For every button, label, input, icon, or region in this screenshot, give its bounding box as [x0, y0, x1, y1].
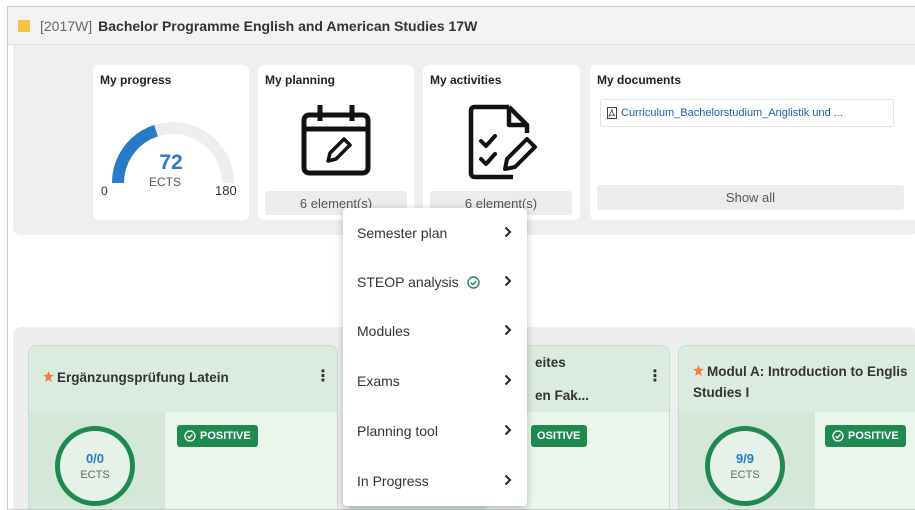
check-circle-icon: [832, 430, 844, 442]
chevron-right-icon: [504, 275, 512, 287]
ects-ring: 9/9 ECTS: [705, 426, 785, 506]
check-circle-icon: [184, 430, 196, 442]
calendar-edit-icon: [301, 105, 371, 176]
document-link-label: Curriculum_Bachelorstudium_Anglistik und…: [621, 107, 843, 119]
progress-ects-label: ECTS: [149, 175, 182, 189]
planning-dropdown-menu: Semester plan STEOP analysis Modules Exa…: [343, 208, 527, 506]
module-options-icon[interactable]: ⋮: [647, 366, 663, 386]
documents-card: My documents Curriculum_Bachelorstudium_…: [590, 65, 915, 220]
menu-item-label: Modules: [357, 323, 410, 339]
badge-label: OSITIVE: [537, 430, 581, 442]
module-title-line2: Studies I: [693, 385, 750, 400]
programme-color-marker: [18, 19, 30, 32]
module-title-line2: en Fak...: [535, 388, 590, 403]
badge-label: POSITIVE: [848, 430, 899, 442]
progress-card-title: My progress: [100, 73, 172, 87]
menu-item-planning-tool[interactable]: Planning tool: [343, 410, 527, 452]
star-icon: [43, 371, 54, 382]
check-circle-icon: [466, 275, 480, 289]
chevron-right-icon: [504, 474, 512, 486]
pdf-icon: [607, 107, 617, 119]
menu-item-label: Exams: [357, 373, 400, 389]
module-card-header: Modul A: Introduction to Englis Studies …: [679, 346, 915, 412]
documents-card-title: My documents: [597, 73, 682, 87]
menu-item-semester-plan[interactable]: Semester plan: [343, 212, 527, 254]
activities-card-title: My activities: [430, 73, 502, 87]
programme-title: Bachelor Programme English and American …: [98, 17, 478, 34]
chevron-right-icon: [504, 226, 512, 238]
module-title: Ergänzungsprüfung Latein: [57, 370, 229, 385]
curriculum-document-link[interactable]: Curriculum_Bachelorstudium_Anglistik und…: [600, 99, 894, 127]
programme-header: [2017W] Bachelor Programme English and A…: [8, 7, 915, 45]
dashboard-panel: My progress 72 ECTS 0 180 My planning 6 …: [13, 45, 915, 235]
show-all-documents-button[interactable]: Show all: [597, 185, 904, 210]
checklist-edit-icon: [468, 104, 537, 180]
programme-code: [2017W]: [40, 17, 93, 34]
activities-card[interactable]: My activities 6 element(s): [423, 65, 580, 220]
module-title-line1: eites: [535, 355, 566, 370]
positive-badge: POSITIVE: [177, 425, 258, 447]
progress-ects-value: 72: [159, 151, 183, 174]
menu-item-steop-analysis[interactable]: STEOP analysis: [343, 261, 527, 303]
module-card[interactable]: Modul A: Introduction to Englis Studies …: [678, 345, 915, 509]
module-title-line1: Modul A: Introduction to Englis: [707, 364, 908, 379]
module-status-area: POSITIVE: [815, 412, 915, 509]
menu-item-in-progress[interactable]: In Progress: [343, 460, 527, 502]
module-ects-value: 0/0: [85, 451, 105, 466]
badge-label: POSITIVE: [200, 430, 251, 442]
module-ects-area: 9/9 ECTS: [679, 412, 815, 509]
chevron-right-icon: [504, 374, 512, 386]
planning-card[interactable]: My planning 6 element(s): [258, 65, 414, 220]
star-icon: [693, 365, 704, 376]
gauge-max-label: 180: [215, 183, 237, 198]
module-card[interactable]: Ergänzungsprüfung Latein ⋮ 0/0 ECTS POSI…: [28, 345, 338, 509]
positive-badge: OSITIVE: [531, 425, 588, 447]
module-ects-label: ECTS: [730, 469, 760, 481]
module-ects-label: ECTS: [80, 469, 110, 481]
ects-ring: 0/0 ECTS: [55, 426, 135, 506]
module-ects-value: 9/9: [735, 451, 755, 466]
planning-card-title: My planning: [265, 73, 335, 87]
progress-card[interactable]: My progress 72 ECTS 0 180: [93, 65, 249, 220]
menu-item-exams[interactable]: Exams: [343, 360, 527, 402]
module-ects-area: 0/0 ECTS: [29, 412, 165, 509]
module-options-icon[interactable]: ⋮: [315, 366, 331, 386]
chevron-right-icon: [504, 324, 512, 336]
positive-badge: POSITIVE: [825, 425, 906, 447]
module-status-area: POSITIVE: [165, 412, 337, 509]
gauge-min-label: 0: [101, 184, 108, 198]
chevron-right-icon: [504, 424, 512, 436]
menu-item-label: Semester plan: [357, 225, 448, 241]
menu-item-label: Planning tool: [357, 423, 438, 439]
menu-item-label: STEOP analysis: [357, 274, 459, 290]
module-card-header: Ergänzungsprüfung Latein ⋮: [29, 346, 337, 412]
menu-item-label: In Progress: [357, 473, 429, 489]
menu-item-modules[interactable]: Modules: [343, 310, 527, 352]
